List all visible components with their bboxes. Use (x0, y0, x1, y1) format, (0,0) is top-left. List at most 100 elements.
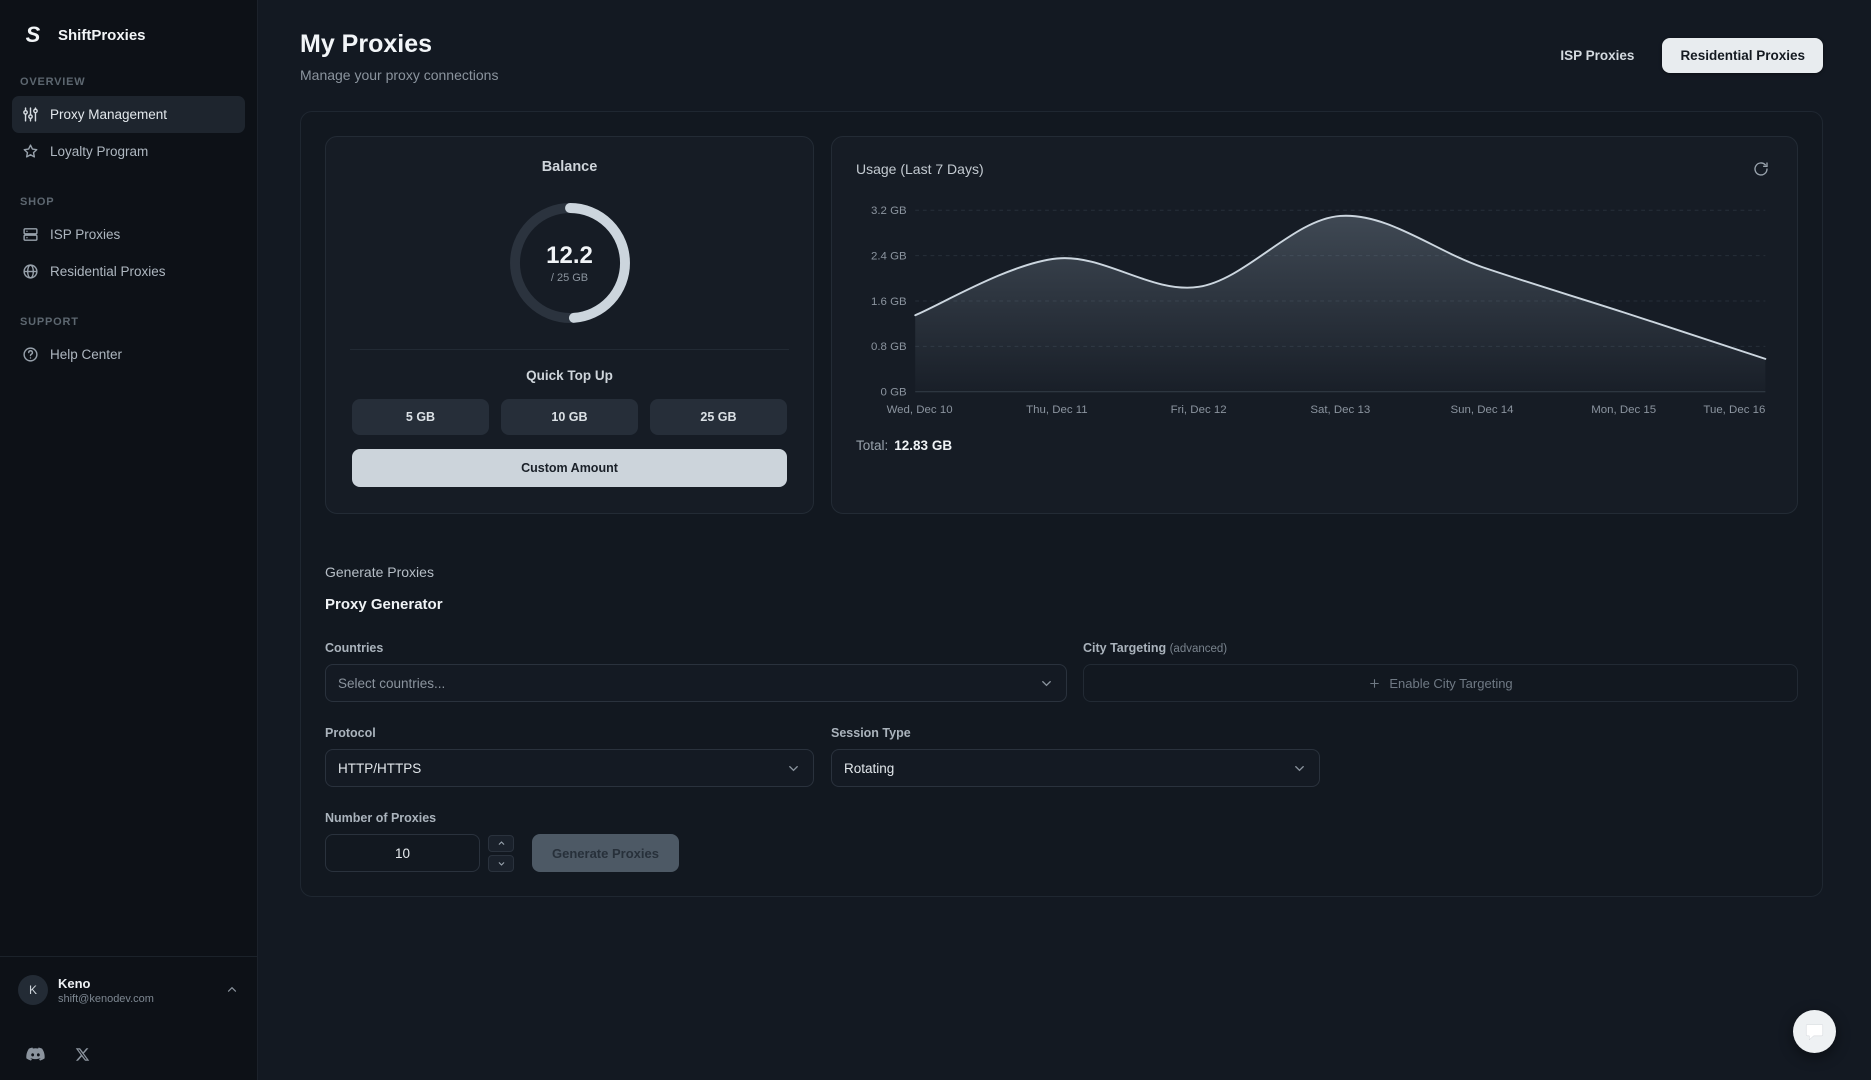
page-title: My Proxies (300, 30, 498, 59)
sidebar-footer: K Keno shift@kenodev.com (12, 956, 245, 1062)
divider (350, 349, 789, 350)
enable-city-targeting-button[interactable]: Enable City Targeting (1083, 664, 1798, 702)
svg-text:Sat, Dec 13: Sat, Dec 13 (1310, 404, 1370, 416)
sidebar-item-proxy-management[interactable]: Proxy Management (12, 96, 245, 133)
refresh-icon[interactable] (1749, 157, 1773, 181)
chevron-up-icon (225, 983, 239, 997)
city-targeting-label-text: City Targeting (1083, 641, 1166, 655)
svg-text:0 GB: 0 GB (881, 387, 907, 399)
enable-city-targeting-label: Enable City Targeting (1389, 676, 1512, 691)
protocol-value: HTTP/HTTPS (338, 761, 421, 776)
balance-total-value: / 25 GB (551, 272, 588, 284)
usage-area-chart: 3.2 GB2.4 GB1.6 GB0.8 GB0 GBWed, Dec 10T… (856, 195, 1773, 424)
generate-proxies-section-label: Generate Proxies (325, 564, 1798, 580)
svg-text:Tue, Dec 16: Tue, Dec 16 (1703, 404, 1765, 416)
number-of-proxies-label: Number of Proxies (325, 811, 1798, 825)
custom-amount-button[interactable]: Custom Amount (352, 449, 787, 487)
sidebar-item-label: Loyalty Program (50, 144, 148, 159)
stepper-up-button[interactable] (488, 835, 514, 852)
sidebar-item-label: Proxy Management (50, 107, 167, 122)
usage-total: Total: 12.83 GB (856, 438, 1773, 453)
page-header: My Proxies Manage your proxy connections… (300, 30, 1823, 83)
sidebar-item-residential-proxies[interactable]: Residential Proxies (12, 253, 245, 290)
page-subtitle: Manage your proxy connections (300, 67, 498, 83)
topup-5gb-button[interactable]: 5 GB (352, 399, 489, 435)
countries-label: Countries (325, 641, 1067, 655)
top-up-options: 5 GB 10 GB 25 GB (352, 399, 787, 435)
chevron-down-icon (1039, 676, 1054, 691)
session-type-select[interactable]: Rotating (831, 749, 1320, 787)
quick-top-up-title: Quick Top Up (352, 368, 787, 383)
session-type-label: Session Type (831, 726, 1320, 740)
main-content: My Proxies Manage your proxy connections… (258, 0, 1871, 1080)
svg-text:1.6 GB: 1.6 GB (871, 296, 907, 308)
proxy-type-tabs: ISP Proxies Residential Proxies (1542, 38, 1823, 73)
generate-proxies-button[interactable]: Generate Proxies (532, 834, 679, 872)
city-targeting-label: City Targeting (advanced) (1083, 641, 1798, 655)
x-twitter-icon[interactable] (75, 1047, 90, 1062)
chevron-down-icon (786, 761, 801, 776)
section-label-shop: SHOP (20, 196, 237, 208)
svg-text:3.2 GB: 3.2 GB (871, 205, 907, 217)
usage-total-label: Total: (856, 438, 888, 453)
countries-select[interactable]: Select countries... (325, 664, 1067, 702)
svg-text:Mon, Dec 15: Mon, Dec 15 (1591, 404, 1656, 416)
help-icon (22, 346, 39, 363)
sidebar-item-label: Help Center (50, 347, 122, 362)
svg-text:S: S (26, 22, 41, 47)
balance-used-value: 12.2 (546, 242, 593, 270)
server-icon (22, 226, 39, 243)
sidebar-item-isp-proxies[interactable]: ISP Proxies (12, 216, 245, 253)
count-row: Generate Proxies (325, 834, 1798, 872)
session-type-field: Session Type Rotating (831, 726, 1320, 787)
chat-widget-button[interactable] (1793, 1010, 1836, 1053)
countries-field: Countries Select countries... (325, 641, 1067, 702)
balance-gauge: 12.2 / 25 GB (504, 197, 636, 329)
shiftproxies-logo-icon: S (18, 20, 48, 50)
user-meta: Keno shift@kenodev.com (58, 976, 215, 1005)
usage-card-header: Usage (Last 7 Days) (856, 157, 1773, 181)
usage-total-value: 12.83 GB (894, 438, 952, 453)
session-type-value: Rotating (844, 761, 894, 776)
generator-row-count: Number of Proxies Generate Proxies (325, 811, 1798, 872)
brand-name: ShiftProxies (58, 27, 146, 44)
sidebar-item-loyalty-program[interactable]: Loyalty Program (12, 133, 245, 170)
proxy-generator-title: Proxy Generator (325, 596, 1798, 613)
proxies-panel: Balance 12.2 / 25 GB Quick Top Up 5 GB 1… (300, 111, 1823, 897)
balance-card: Balance 12.2 / 25 GB Quick Top Up 5 GB 1… (325, 136, 814, 514)
protocol-field: Protocol HTTP/HTTPS (325, 726, 814, 787)
tab-residential-proxies[interactable]: Residential Proxies (1662, 38, 1823, 73)
section-label-overview: OVERVIEW (20, 76, 237, 88)
topup-25gb-button[interactable]: 25 GB (650, 399, 787, 435)
tab-isp-proxies[interactable]: ISP Proxies (1542, 38, 1652, 73)
countries-placeholder: Select countries... (338, 676, 445, 691)
sidebar: S ShiftProxies OVERVIEW Proxy Management… (0, 0, 258, 1080)
stepper-down-button[interactable] (488, 855, 514, 872)
user-menu[interactable]: K Keno shift@kenodev.com (12, 975, 245, 1005)
protocol-select[interactable]: HTTP/HTTPS (325, 749, 814, 787)
chevron-down-icon (1292, 761, 1307, 776)
proxy-count-input[interactable] (325, 834, 480, 872)
generator-row-countries: Countries Select countries... City Targe… (325, 641, 1798, 702)
city-targeting-field: City Targeting (advanced) Enable City Ta… (1083, 641, 1798, 702)
usage-chart-container: 3.2 GB2.4 GB1.6 GB0.8 GB0 GBWed, Dec 10T… (856, 195, 1773, 424)
discord-icon[interactable] (26, 1047, 45, 1062)
social-links (12, 1047, 245, 1062)
svg-text:0.8 GB: 0.8 GB (871, 341, 907, 353)
topup-10gb-button[interactable]: 10 GB (501, 399, 638, 435)
chat-bubble-icon (1804, 1021, 1825, 1042)
balance-title: Balance (352, 159, 787, 175)
usage-title: Usage (Last 7 Days) (856, 161, 984, 177)
generator-row-protocol: Protocol HTTP/HTTPS Session Type Rotatin… (325, 726, 1798, 787)
svg-text:Thu, Dec 11: Thu, Dec 11 (1026, 404, 1088, 416)
user-email: shift@kenodev.com (58, 993, 215, 1005)
divider (0, 956, 257, 957)
plus-icon (1368, 677, 1381, 690)
svg-text:Wed, Dec 10: Wed, Dec 10 (887, 404, 953, 416)
gauge-center: 12.2 / 25 GB (504, 197, 636, 329)
city-targeting-advanced-tag: (advanced) (1170, 643, 1228, 655)
protocol-label: Protocol (325, 726, 814, 740)
top-cards-row: Balance 12.2 / 25 GB Quick Top Up 5 GB 1… (325, 136, 1798, 514)
sidebar-item-help-center[interactable]: Help Center (12, 336, 245, 373)
usage-card: Usage (Last 7 Days) (831, 136, 1798, 514)
